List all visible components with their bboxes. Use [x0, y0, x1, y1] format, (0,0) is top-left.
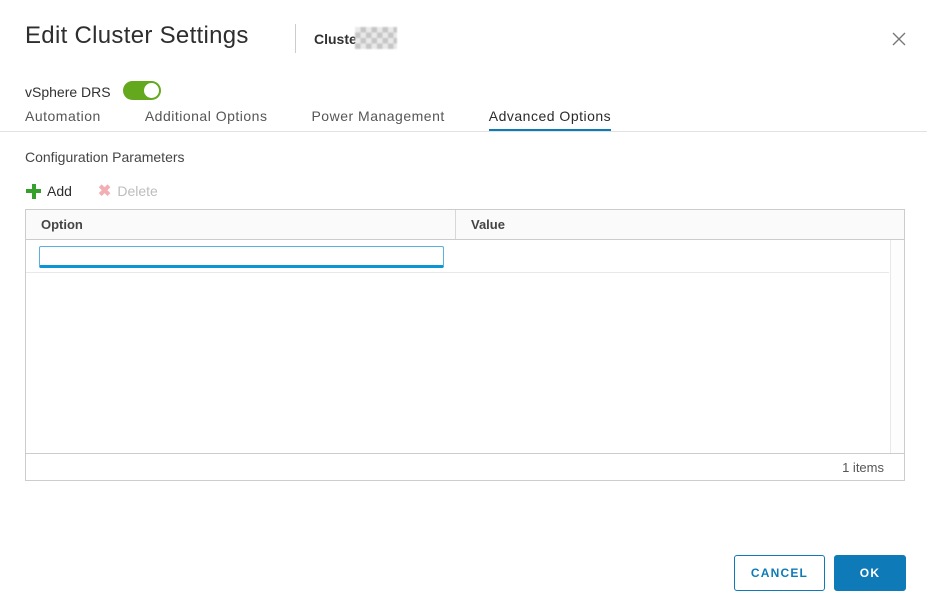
redacted-cluster-name: [355, 27, 397, 49]
cancel-button[interactable]: CANCEL: [734, 555, 825, 591]
close-button[interactable]: [886, 26, 912, 52]
option-input[interactable]: [39, 246, 444, 268]
table-row[interactable]: [26, 240, 889, 273]
vsphere-drs-toggle[interactable]: [123, 81, 161, 100]
column-header-option: Option: [26, 210, 456, 239]
tab-automation[interactable]: Automation: [25, 108, 101, 132]
grid-toolbar: Add ✖ Delete: [26, 181, 158, 201]
vsphere-drs-label: vSphere DRS: [25, 84, 111, 100]
plus-icon: [26, 184, 41, 199]
tabs-bottom-border: [0, 131, 927, 132]
delete-x-icon: ✖: [98, 184, 111, 199]
tab-bar: Automation Additional Options Power Mana…: [25, 108, 611, 132]
edit-cluster-settings-dialog: Edit Cluster Settings Cluster vSphere DR…: [0, 0, 927, 613]
grid-header-row: Option Value: [26, 210, 904, 240]
add-button-label: Add: [47, 183, 72, 199]
add-button[interactable]: Add: [26, 183, 72, 199]
column-header-value: Value: [456, 217, 904, 232]
tab-power-management[interactable]: Power Management: [311, 108, 444, 132]
configuration-parameters-grid: Option Value 1 items: [25, 209, 905, 481]
ok-button[interactable]: OK: [834, 555, 906, 591]
delete-button[interactable]: ✖ Delete: [98, 183, 158, 199]
grid-footer: 1 items: [26, 453, 904, 480]
section-title: Configuration Parameters: [25, 149, 185, 165]
title-divider: [295, 24, 296, 53]
delete-button-label: Delete: [117, 183, 157, 199]
dialog-actions: CANCEL OK: [734, 555, 906, 591]
dialog-title: Edit Cluster Settings: [25, 22, 249, 50]
close-icon: [891, 31, 907, 47]
toggle-knob: [144, 83, 159, 98]
items-count: 1 items: [842, 460, 884, 475]
scrollbar-gutter: [890, 240, 904, 453]
tab-advanced-options[interactable]: Advanced Options: [489, 108, 611, 132]
tab-additional-options[interactable]: Additional Options: [145, 108, 268, 132]
